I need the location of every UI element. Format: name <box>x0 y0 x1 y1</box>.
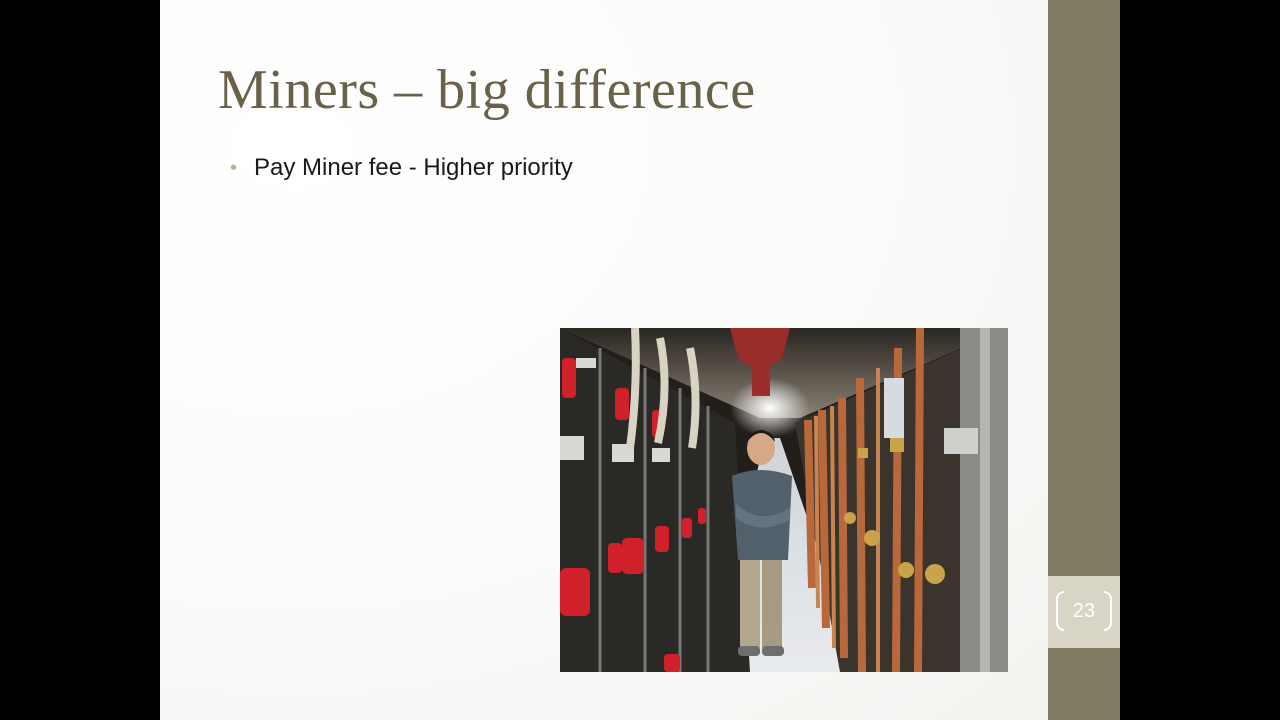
bullet-item: • Pay Miner fee - Higher priority <box>228 152 573 184</box>
slide-title: Miners – big difference <box>218 59 756 121</box>
mining-farm-photo <box>560 328 1008 672</box>
photo-icon <box>560 328 1008 672</box>
side-band: 23 <box>1048 0 1120 720</box>
slide-number-text: 23 <box>1072 599 1096 622</box>
right-bracket-icon <box>1104 591 1112 631</box>
slide-number-block: 23 <box>1048 576 1120 648</box>
bullet-list: • Pay Miner fee - Higher priority <box>228 152 573 184</box>
bullet-dot-icon: • <box>230 157 238 179</box>
bullet-text: Pay Miner fee - Higher priority <box>254 154 573 181</box>
slide-number: 23 <box>1056 591 1112 631</box>
left-bracket-icon <box>1056 591 1064 631</box>
slide: Miners – big difference • Pay Miner fee … <box>160 0 1120 720</box>
